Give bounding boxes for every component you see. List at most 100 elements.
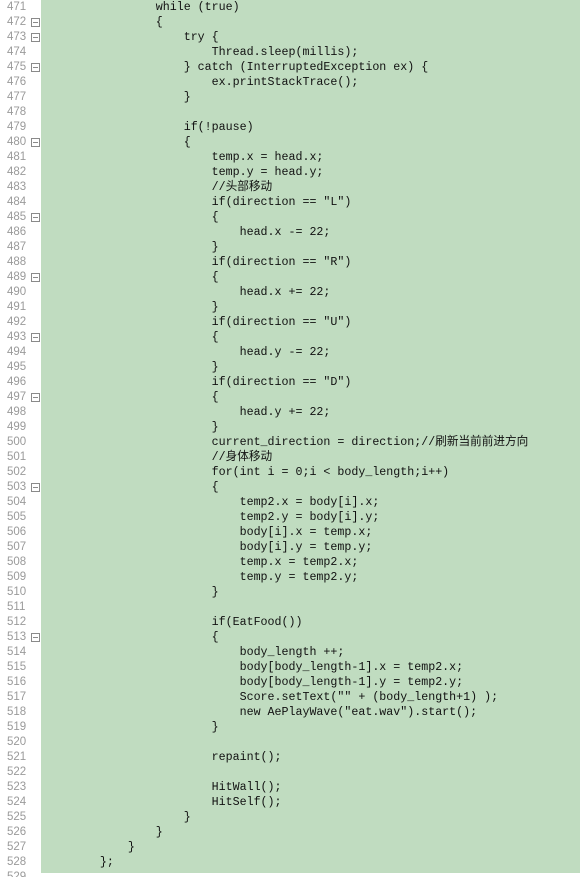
code-line[interactable]: 504 temp2.x = body[i].x;	[0, 495, 580, 510]
line-number: 490	[7, 286, 27, 298]
code-line[interactable]: 484 if(direction == "L")	[0, 195, 580, 210]
line-number: 502	[7, 466, 27, 478]
fold-collapse-icon[interactable]	[31, 633, 40, 642]
code-line[interactable]: 488 if(direction == "R")	[0, 255, 580, 270]
code-line[interactable]: 503 {	[0, 480, 580, 495]
code-line[interactable]: 473 try {	[0, 30, 580, 45]
code-line[interactable]: 511	[0, 600, 580, 615]
code-line[interactable]: 485 {	[0, 210, 580, 225]
code-line[interactable]: 479 if(!pause)	[0, 120, 580, 135]
fold-collapse-icon[interactable]	[31, 333, 40, 342]
fold-collapse-icon[interactable]	[31, 138, 40, 147]
code-text: {	[44, 481, 219, 494]
line-number: 487	[7, 241, 27, 253]
code-line[interactable]: 472 {	[0, 15, 580, 30]
code-line[interactable]: 517 Score.setText("" + (body_length+1) )…	[0, 690, 580, 705]
code-line[interactable]: 524 HitSelf();	[0, 795, 580, 810]
code-line[interactable]: 471 while (true)	[0, 0, 580, 15]
code-line[interactable]: 526 }	[0, 825, 580, 840]
line-number: 483	[7, 181, 27, 193]
code-text: {	[44, 136, 191, 149]
fold-collapse-icon[interactable]	[31, 393, 40, 402]
code-line[interactable]: 478	[0, 105, 580, 120]
code-line[interactable]: 510 }	[0, 585, 580, 600]
code-line[interactable]: 525 }	[0, 810, 580, 825]
code-text: HitWall();	[44, 781, 282, 794]
code-line[interactable]: 529	[0, 870, 580, 877]
code-line[interactable]: 520	[0, 735, 580, 750]
code-line[interactable]: 477 }	[0, 90, 580, 105]
code-line[interactable]: 515 body[body_length-1].x = temp2.x;	[0, 660, 580, 675]
code-text: {	[44, 16, 163, 29]
line-number: 475	[7, 61, 27, 73]
code-line[interactable]: 481 temp.x = head.x;	[0, 150, 580, 165]
fold-collapse-icon[interactable]	[31, 483, 40, 492]
code-line[interactable]: 522	[0, 765, 580, 780]
fold-collapse-icon[interactable]	[31, 18, 40, 27]
code-line[interactable]: 487 }	[0, 240, 580, 255]
code-text: body[i].y = temp.y;	[44, 541, 373, 554]
line-number: 481	[7, 151, 27, 163]
code-line[interactable]: 491 }	[0, 300, 580, 315]
code-line[interactable]: 496 if(direction == "D")	[0, 375, 580, 390]
code-line[interactable]: 490 head.x += 22;	[0, 285, 580, 300]
line-number: 519	[7, 721, 27, 733]
line-number: 480	[7, 136, 27, 148]
line-number: 511	[7, 601, 26, 613]
code-line[interactable]: 514 body_length ++;	[0, 645, 580, 660]
fold-collapse-icon[interactable]	[31, 33, 40, 42]
code-line[interactable]: 516 body[body_length-1].y = temp2.y;	[0, 675, 580, 690]
code-text: }	[44, 841, 135, 854]
code-line[interactable]: 509 temp.y = temp2.y;	[0, 570, 580, 585]
code-line[interactable]: 508 temp.x = temp2.x;	[0, 555, 580, 570]
code-line[interactable]: 513 {	[0, 630, 580, 645]
line-number: 496	[7, 376, 27, 388]
code-line[interactable]: 519 }	[0, 720, 580, 735]
line-number: 508	[7, 556, 27, 568]
fold-collapse-icon[interactable]	[31, 63, 40, 72]
code-text: for(int i = 0;i < body_length;i++)	[44, 466, 450, 479]
code-line[interactable]: 528 };	[0, 855, 580, 870]
code-line[interactable]: 501 //身体移动	[0, 450, 580, 465]
line-number: 526	[7, 826, 27, 838]
line-number: 491	[7, 301, 27, 313]
line-number: 513	[7, 631, 27, 643]
code-line[interactable]: 527 }	[0, 840, 580, 855]
code-line[interactable]: 498 head.y += 22;	[0, 405, 580, 420]
code-line[interactable]: 493 {	[0, 330, 580, 345]
line-number: 486	[7, 226, 27, 238]
code-line[interactable]: 492 if(direction == "U")	[0, 315, 580, 330]
code-line[interactable]: 518 new AePlayWave("eat.wav").start();	[0, 705, 580, 720]
line-number: 497	[7, 391, 27, 403]
code-line[interactable]: 480 {	[0, 135, 580, 150]
code-line[interactable]: 489 {	[0, 270, 580, 285]
code-text: {	[44, 271, 219, 284]
fold-collapse-icon[interactable]	[31, 273, 40, 282]
line-number: 478	[7, 106, 27, 118]
code-editor[interactable]: 471 while (true) 472 {473 try {474 Thread…	[0, 0, 580, 877]
code-text: Score.setText("" + (body_length+1) );	[44, 691, 499, 704]
code-line[interactable]: 482 temp.y = head.y;	[0, 165, 580, 180]
code-line[interactable]: 494 head.y -= 22;	[0, 345, 580, 360]
code-line[interactable]: 506 body[i].x = temp.x;	[0, 525, 580, 540]
code-text: HitSelf();	[44, 796, 282, 809]
line-number: 504	[7, 496, 27, 508]
code-line[interactable]: 507 body[i].y = temp.y;	[0, 540, 580, 555]
line-number: 498	[7, 406, 27, 418]
code-line[interactable]: 483 //头部移动	[0, 180, 580, 195]
code-line[interactable]: 523 HitWall();	[0, 780, 580, 795]
code-line[interactable]: 486 head.x -= 22;	[0, 225, 580, 240]
code-line[interactable]: 475 } catch (InterruptedException ex) {	[0, 60, 580, 75]
code-line[interactable]: 476 ex.printStackTrace();	[0, 75, 580, 90]
code-line[interactable]: 474 Thread.sleep(millis);	[0, 45, 580, 60]
line-number: 479	[7, 121, 27, 133]
code-line[interactable]: 500 current_direction = direction;//刷新当前…	[0, 435, 580, 450]
code-line[interactable]: 502 for(int i = 0;i < body_length;i++)	[0, 465, 580, 480]
code-line[interactable]: 512 if(EatFood())	[0, 615, 580, 630]
code-line[interactable]: 505 temp2.y = body[i].y;	[0, 510, 580, 525]
fold-collapse-icon[interactable]	[31, 213, 40, 222]
code-line[interactable]: 497 {	[0, 390, 580, 405]
code-line[interactable]: 521 repaint();	[0, 750, 580, 765]
code-line[interactable]: 499 }	[0, 420, 580, 435]
code-line[interactable]: 495 }	[0, 360, 580, 375]
